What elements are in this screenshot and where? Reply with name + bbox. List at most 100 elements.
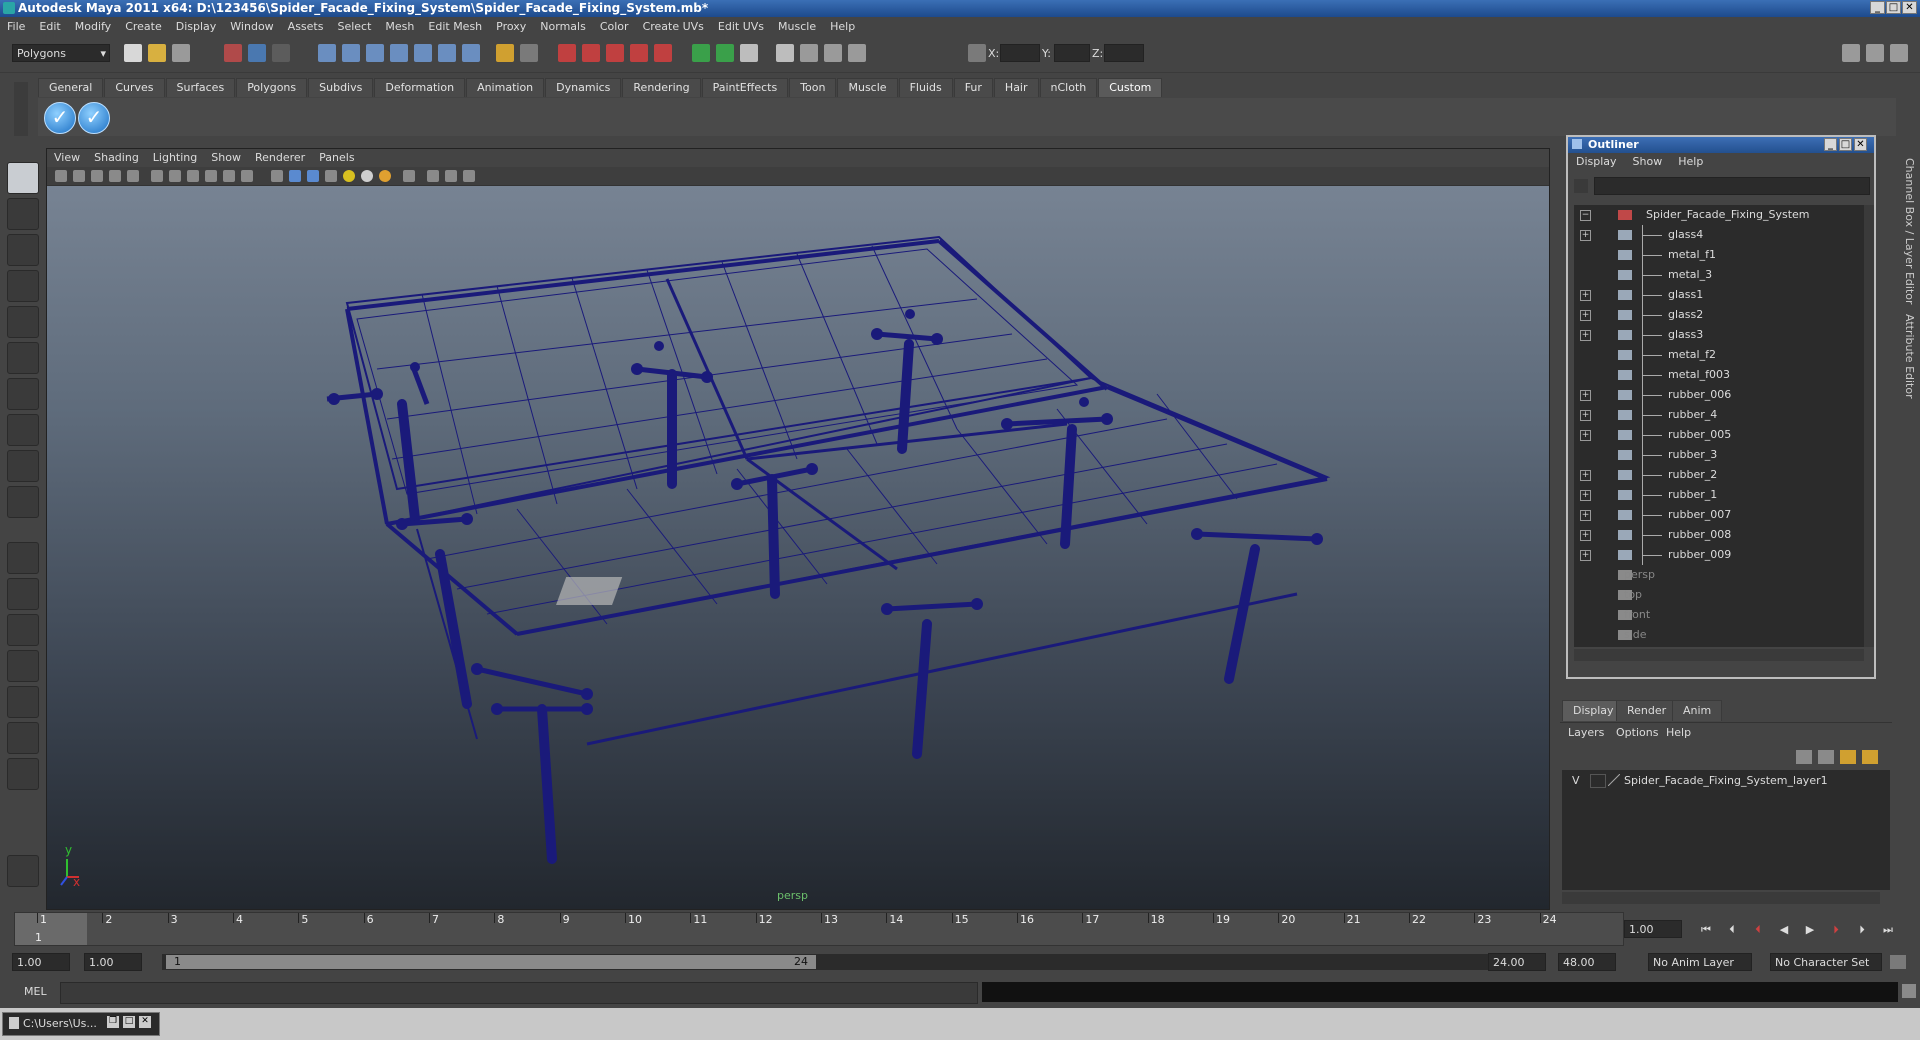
layer-menu-help[interactable]: Help [1666, 726, 1691, 739]
universal-manipulator-icon[interactable] [7, 378, 39, 410]
outliner-item[interactable]: + rubber_1 [1574, 485, 1864, 505]
play-backwards-icon[interactable]: ◀ [1774, 922, 1794, 938]
outliner-item[interactable]: metal_f003 [1574, 365, 1864, 385]
layer-row[interactable]: V Spider_Facade_Fixing_System_layer1 [1562, 772, 1890, 790]
outliner-item[interactable]: + glass4 [1574, 225, 1864, 245]
expand-toggle-icon[interactable]: + [1580, 490, 1591, 501]
menu-edit[interactable]: Edit [32, 17, 67, 34]
move-tool-icon[interactable] [7, 270, 39, 302]
menu-help[interactable]: Help [823, 17, 862, 34]
quick-layout-icon[interactable] [7, 855, 39, 887]
expand-toggle-icon[interactable]: + [1580, 430, 1591, 441]
expand-toggle-icon[interactable]: + [1580, 530, 1591, 541]
outliner-item[interactable]: + rubber_007 [1574, 505, 1864, 525]
step-back-key-icon[interactable]: ⏴ [1748, 922, 1768, 938]
shelf-tab-hair[interactable]: Hair [993, 78, 1039, 97]
step-back-frame-icon[interactable]: ⏴ [1722, 922, 1742, 938]
outliner-minimize-button[interactable]: _ [1824, 138, 1837, 151]
outliner-item[interactable]: + rubber_006 [1574, 385, 1864, 405]
outliner-close-button[interactable]: ✕ [1854, 138, 1867, 151]
outliner-item[interactable]: + glass2 [1574, 305, 1864, 325]
shelf-tab-subdivs[interactable]: Subdivs [308, 78, 374, 97]
menu-assets[interactable]: Assets [281, 17, 331, 34]
hypershade-layout-icon[interactable] [7, 686, 39, 718]
menu-display[interactable]: Display [169, 17, 224, 34]
playback-start-field[interactable]: 1.00 [84, 953, 142, 971]
menu-modify[interactable]: Modify [68, 17, 118, 34]
maximize-icon[interactable]: □ [123, 1016, 135, 1028]
outliner-toggle-icon[interactable] [824, 44, 842, 62]
help-icon[interactable] [462, 44, 480, 62]
expand-toggle-icon[interactable]: + [1580, 330, 1591, 341]
last-tool-icon[interactable] [7, 486, 39, 518]
menu-file[interactable]: File [0, 17, 32, 34]
select-component-icon[interactable] [272, 44, 290, 62]
shelf-tab-custom[interactable]: Custom [1098, 78, 1163, 97]
go-to-end-icon[interactable]: ⏭ [1878, 922, 1898, 938]
outliner-item[interactable]: side [1574, 625, 1864, 645]
custom-shelf-button-2[interactable]: ✓ [78, 102, 110, 134]
show-channel-box-icon[interactable] [1842, 44, 1860, 62]
shelf-tab-polygons[interactable]: Polygons [236, 78, 308, 97]
outliner-persp-layout-icon[interactable] [7, 614, 39, 646]
make-live-icon[interactable] [414, 44, 432, 62]
outliner-vertical-scrollbar[interactable] [1864, 205, 1874, 647]
outliner-menu-show[interactable]: Show [1625, 154, 1671, 169]
range-slider-handle[interactable]: 1 24 [166, 955, 816, 969]
expand-toggle-icon[interactable]: + [1580, 390, 1591, 401]
shelf-tab-toon[interactable]: Toon [789, 78, 837, 97]
attribute-editor-toggle-icon[interactable] [740, 44, 758, 62]
move-layer-up-icon[interactable] [1796, 750, 1812, 764]
layer-template-toggle[interactable] [1590, 774, 1606, 788]
menu-mesh[interactable]: Mesh [378, 17, 421, 34]
render-current-frame-icon[interactable] [558, 44, 576, 62]
outliner-item[interactable]: rubber_3 [1574, 445, 1864, 465]
channel-box-icon[interactable] [800, 44, 818, 62]
select-hierarchy-icon[interactable] [224, 44, 242, 62]
dope-sheet-layout-icon[interactable] [7, 722, 39, 754]
shelf-tab-surfaces[interactable]: Surfaces [165, 78, 236, 97]
shelf-menu-handle[interactable] [14, 82, 28, 136]
hypershade-icon[interactable] [630, 44, 648, 62]
menu-edit-mesh[interactable]: Edit Mesh [421, 17, 489, 34]
selection-mask-icon[interactable] [520, 44, 538, 62]
expand-toggle-icon[interactable]: + [1580, 230, 1591, 241]
outliner-item[interactable]: + glass3 [1574, 325, 1864, 345]
create-empty-layer-icon[interactable] [1840, 750, 1856, 764]
ipr-render-icon[interactable] [582, 44, 600, 62]
layer-menu-layers[interactable]: Layers [1568, 726, 1604, 739]
single-perspective-layout-icon[interactable] [7, 542, 39, 574]
play-forwards-icon[interactable]: ▶ [1800, 922, 1820, 938]
expand-toggle-icon[interactable]: − [1580, 210, 1591, 221]
expand-toggle-icon[interactable]: + [1580, 310, 1591, 321]
layer-color-swatch[interactable] [1608, 774, 1620, 786]
expand-toggle-icon[interactable]: + [1580, 290, 1591, 301]
minimize-button[interactable]: _ [1870, 1, 1885, 14]
auto-key-icon[interactable] [1890, 955, 1906, 969]
maximize-button[interactable]: □ [1886, 1, 1901, 14]
select-object-icon[interactable] [248, 44, 266, 62]
sidebar-toggle-icon[interactable] [716, 44, 734, 62]
render-view-icon[interactable] [654, 44, 672, 62]
graph-editor-icon[interactable] [848, 44, 866, 62]
outliner-item[interactable]: + rubber_2 [1574, 465, 1864, 485]
minimized-window[interactable]: C:\Users\Us... ❐ □ ✕ [2, 1012, 160, 1036]
outliner-item[interactable]: + rubber_008 [1574, 525, 1864, 545]
outliner-item[interactable]: metal_3 [1574, 265, 1864, 285]
menu-color[interactable]: Color [593, 17, 636, 34]
step-forward-key-icon[interactable]: ⏵ [1826, 922, 1846, 938]
script-editor-icon[interactable] [1902, 984, 1916, 998]
shelf-tab-fur[interactable]: Fur [953, 78, 993, 97]
outliner-menu-help[interactable]: Help [1670, 154, 1711, 169]
shelf-tab-curves[interactable]: Curves [104, 78, 165, 97]
soft-mod-tool-icon[interactable] [7, 414, 39, 446]
go-to-start-icon[interactable]: ⏮ [1696, 922, 1716, 938]
outliner-item[interactable]: persp [1574, 565, 1864, 585]
close-icon[interactable]: ✕ [139, 1016, 151, 1028]
create-layer-from-selected-icon[interactable] [1862, 750, 1878, 764]
z-field[interactable] [1104, 44, 1144, 62]
shelf-tab-dynamics[interactable]: Dynamics [545, 78, 622, 97]
y-field[interactable] [1054, 44, 1090, 62]
time-slider[interactable]: 1 1 2 3 4 5 6 7 8 9 10 11 12 13 14 15 16 17 18 19 20 21 22 23 2… [14, 912, 1624, 946]
shelf-tab-painteffects[interactable]: PaintEffects [701, 78, 789, 97]
